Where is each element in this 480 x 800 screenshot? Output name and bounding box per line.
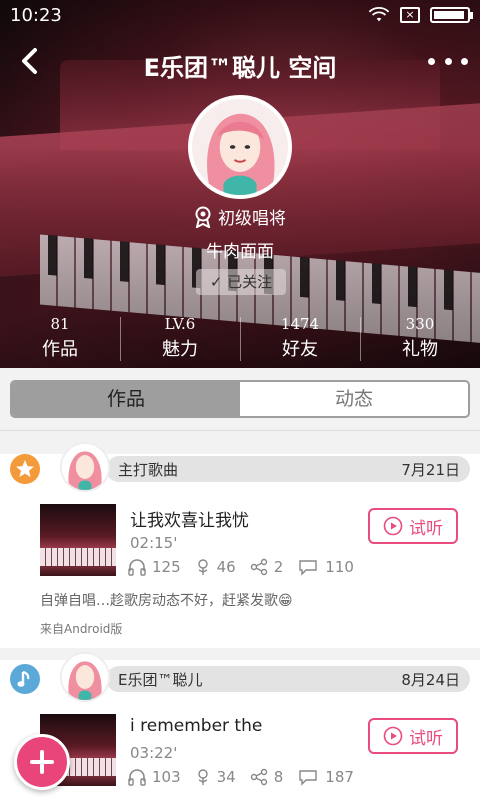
tab-works[interactable]: 作品 (12, 382, 240, 416)
listen-button[interactable]: 试听 (368, 508, 458, 544)
add-button[interactable] (14, 734, 70, 790)
headphones-icon (128, 769, 146, 786)
follow-button-label: 已关注 (227, 273, 273, 291)
no-sim-icon: × (400, 7, 420, 23)
stat-label: 作品 (42, 339, 78, 360)
listen-count: 125 (152, 558, 181, 576)
avatar-illustration (192, 99, 288, 195)
check-icon: ✓ (209, 273, 223, 291)
level-title: 初级唱将 (0, 204, 480, 229)
profile-header: 10:23 × E乐团™聪儿 空间 初级唱将 牛肉面面 ✓ 已关注 81 作品 … (0, 0, 480, 368)
page-title: E乐团™聪儿 空间 (143, 54, 337, 82)
play-icon (383, 726, 403, 746)
feed-item-label: E乐团™聪儿 (118, 671, 203, 689)
song-cover-image[interactable] (40, 504, 116, 576)
song-stats: 125 46 2 110 (128, 558, 368, 576)
flower-count: 34 (216, 768, 236, 786)
headphones-icon (128, 559, 146, 576)
flower-count: 46 (216, 558, 236, 576)
nav-bar: E乐团™聪儿 空间 (0, 36, 480, 86)
feed-item-header: E乐团™聪儿 8月24日 (10, 652, 470, 702)
tab-activity[interactable]: 动态 (240, 382, 468, 416)
comment-icon (299, 560, 317, 576)
song-stats: 103 34 8 187 (128, 768, 368, 786)
play-icon (383, 516, 403, 536)
flower-icon (197, 559, 208, 575)
post-text: 自弹自唱…趁歌房动态不好，赶紧发歌😁 (40, 593, 293, 609)
listen-count: 103 (152, 768, 181, 786)
star-icon (10, 454, 40, 484)
avatar[interactable] (188, 95, 292, 199)
feed-item-date: 8月24日 (401, 671, 460, 689)
comment-count: 110 (325, 558, 354, 576)
comment-icon (299, 770, 317, 786)
music-note-icon (10, 664, 40, 694)
status-time: 10:23 (10, 5, 62, 26)
list-item: E乐团™聪儿 8月24日 i remember the 03:22' 103 3… (0, 652, 480, 800)
battery-icon (430, 7, 473, 23)
segmented-tabs: 作品 动态 (10, 380, 470, 418)
song-title[interactable]: 让我欢喜让我忧 (130, 506, 249, 531)
avatar[interactable] (60, 442, 110, 492)
feed-item-date: 7月21日 (401, 461, 460, 479)
listen-button[interactable]: 试听 (368, 718, 458, 754)
song-duration: 03:22' (130, 744, 178, 762)
comment-count: 187 (325, 768, 354, 786)
stat-label: 礼物 (402, 339, 438, 360)
list-item: 主打歌曲 7月21日 让我欢喜让我忧 02:15' 125 46 2 110 试… (0, 442, 480, 654)
listen-button-label: 试听 (409, 728, 443, 749)
status-bar: 10:23 × (0, 0, 480, 32)
level-title-text: 初级唱将 (218, 209, 286, 229)
stat-value: 330 (405, 315, 435, 333)
stat-label: 魅力 (162, 339, 198, 360)
stat-value: LV.6 (164, 315, 196, 333)
stat-charm[interactable]: LV.6 魅力 (120, 315, 240, 365)
stat-value: 81 (50, 315, 70, 333)
share-icon (250, 768, 267, 786)
follow-button[interactable]: ✓ 已关注 (196, 269, 286, 295)
wifi-icon (368, 7, 390, 22)
listen-button-label: 试听 (409, 518, 443, 539)
flower-icon (197, 769, 208, 785)
song-title[interactable]: i remember the (130, 716, 262, 736)
avatar[interactable] (60, 652, 110, 702)
feed-item-label: 主打歌曲 (118, 461, 179, 479)
stat-works[interactable]: 81 作品 (0, 315, 120, 365)
medal-icon (195, 206, 211, 228)
share-count: 2 (273, 558, 284, 576)
nickname: 牛肉面面 (206, 242, 274, 262)
divider (0, 430, 480, 431)
song-duration: 02:15' (130, 534, 178, 552)
share-count: 8 (273, 768, 284, 786)
stat-friends[interactable]: 1474 好友 (240, 315, 360, 365)
stat-label: 好友 (282, 339, 318, 360)
feed-item-header: 主打歌曲 7月21日 (10, 442, 470, 492)
post-source: 来自Android版 (40, 622, 123, 636)
stat-gifts[interactable]: 330 礼物 (360, 315, 480, 365)
more-options-icon[interactable] (428, 46, 468, 76)
share-icon (250, 558, 267, 576)
profile-stats: 81 作品 LV.6 魅力 1474 好友 330 礼物 (0, 315, 480, 365)
stat-value: 1474 (280, 315, 320, 333)
